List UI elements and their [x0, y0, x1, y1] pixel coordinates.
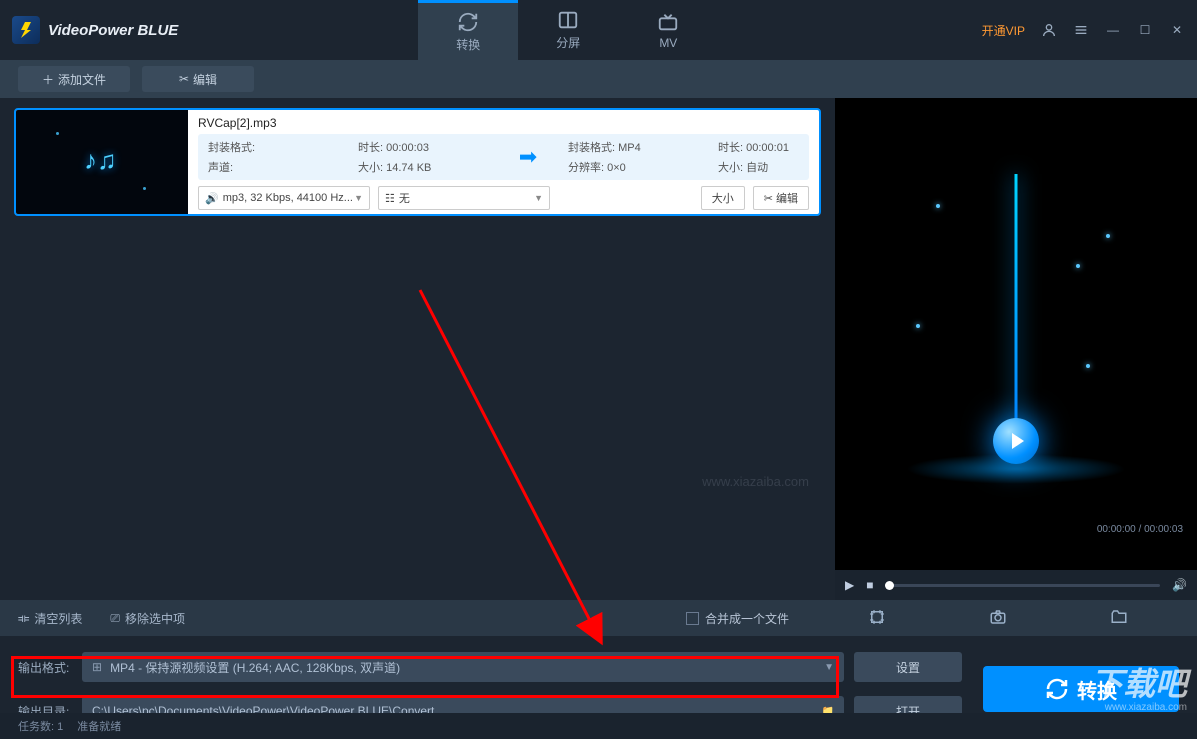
output-format-label: 输出格式: — [18, 659, 72, 676]
file-list-panel: ♪♫ RVCap[2].mp3 封装格式: 声道: 时长: 00:00:03 大… — [0, 98, 835, 600]
window-controls: 开通VIP — ☐ ✕ — [982, 22, 1185, 39]
titlebar: VideoPower BLUE 转换 分屏 MV 开通VIP — ☐ ✕ — [0, 0, 1197, 60]
scissors-icon: ✂ — [179, 72, 189, 86]
video-preview[interactable]: 00:00:00 / 00:00:03 — [835, 98, 1197, 570]
split-icon — [557, 9, 579, 31]
vip-link[interactable]: 开通VIP — [982, 22, 1025, 39]
menu-icon[interactable] — [1073, 22, 1089, 38]
music-note-icon: ♪♫ — [84, 145, 117, 176]
chevron-down-icon: ▼ — [354, 193, 363, 203]
file-card-body: RVCap[2].mp3 封装格式: 声道: 时长: 00:00:03 大小: … — [188, 110, 819, 214]
app-logo: VideoPower BLUE — [12, 16, 178, 44]
status-bar: 任务数: 1 准备就绪 — [0, 713, 1197, 739]
remove-selected-button[interactable]: ⎚移除选中项 — [110, 610, 185, 627]
audio-icon: 🔊 — [205, 192, 219, 205]
main-tabs: 转换 分屏 MV — [418, 0, 718, 60]
arrow-right-icon: ➡ — [519, 144, 537, 170]
clear-icon: ⟚ — [18, 611, 29, 626]
play-button[interactable]: ▶ — [845, 578, 854, 592]
file-edit-button[interactable]: ✂编辑 — [753, 186, 809, 210]
subtitle-icon: ☷ — [385, 192, 395, 205]
add-file-button[interactable]: ＋添加文件 — [18, 66, 130, 92]
preview-action-icons — [817, 608, 1179, 629]
toolbar: ＋添加文件 ✂编辑 — [0, 60, 1197, 98]
file-card-controls: 🔊mp3, 32 Kbps, 44100 Hz...▼ ☷无▼ 大小 ✂编辑 — [198, 186, 809, 210]
file-card[interactable]: ♪♫ RVCap[2].mp3 封装格式: 声道: 时长: 00:00:03 大… — [14, 108, 821, 216]
workspace: ♪♫ RVCap[2].mp3 封装格式: 声道: 时长: 00:00:03 大… — [0, 98, 1197, 600]
tab-convert[interactable]: 转换 — [418, 0, 518, 60]
tab-split[interactable]: 分屏 — [518, 0, 618, 60]
convert-button[interactable]: 转换 — [983, 666, 1179, 712]
preview-time: 00:00:00 / 00:00:03 — [1097, 524, 1183, 535]
size-button[interactable]: 大小 — [701, 186, 745, 210]
format-dropdown[interactable]: 🔊mp3, 32 Kbps, 44100 Hz...▼ — [198, 186, 370, 210]
progress-bar[interactable] — [885, 584, 1160, 587]
file-info-row: 封装格式: 声道: 时长: 00:00:03 大小: 14.74 KB ➡ 封装… — [198, 134, 809, 180]
plus-icon: ＋ — [42, 71, 54, 88]
logo-icon — [12, 16, 40, 44]
tab-mv[interactable]: MV — [618, 0, 718, 60]
remove-icon: ⎚ — [110, 611, 120, 626]
refresh-icon — [1045, 677, 1069, 701]
minimize-button[interactable]: — — [1105, 22, 1121, 38]
preview-panel: 00:00:00 / 00:00:03 ▶ ■ 🔊 — [835, 98, 1197, 600]
volume-button[interactable]: 🔊 — [1172, 578, 1187, 592]
folder-icon[interactable] — [1110, 608, 1128, 629]
thumbnail: ♪♫ — [16, 110, 188, 214]
output-format-dropdown[interactable]: ⊞ MP4 - 保持源视频设置 (H.264; AAC, 128Kbps, 双声… — [82, 652, 844, 682]
merge-label: 合并成一个文件 — [705, 610, 789, 627]
app-title: VideoPower BLUE — [48, 22, 178, 39]
crop-icon[interactable] — [868, 608, 886, 629]
tv-icon — [657, 11, 679, 33]
user-icon[interactable] — [1041, 22, 1057, 38]
format-icon: ⊞ — [92, 660, 102, 674]
settings-button[interactable]: 设置 — [854, 652, 962, 682]
file-name: RVCap[2].mp3 — [198, 116, 809, 130]
subtitle-dropdown[interactable]: ☷无▼ — [378, 186, 550, 210]
maximize-button[interactable]: ☐ — [1137, 22, 1153, 38]
chevron-down-icon: ▼ — [534, 193, 543, 203]
merge-checkbox[interactable] — [686, 612, 699, 625]
scissors-icon: ✂ — [764, 192, 773, 205]
list-actions-bar: ⟚清空列表 ⎚移除选中项 合并成一个文件 — [0, 600, 1197, 636]
close-button[interactable]: ✕ — [1169, 22, 1185, 38]
stop-button[interactable]: ■ — [866, 578, 873, 592]
chevron-down-icon: ▼ — [824, 662, 834, 673]
refresh-icon — [457, 11, 479, 33]
edit-button[interactable]: ✂编辑 — [142, 66, 254, 92]
player-controls: ▶ ■ 🔊 — [835, 570, 1197, 600]
clear-list-button[interactable]: ⟚清空列表 — [18, 610, 82, 627]
camera-icon[interactable] — [989, 608, 1007, 629]
